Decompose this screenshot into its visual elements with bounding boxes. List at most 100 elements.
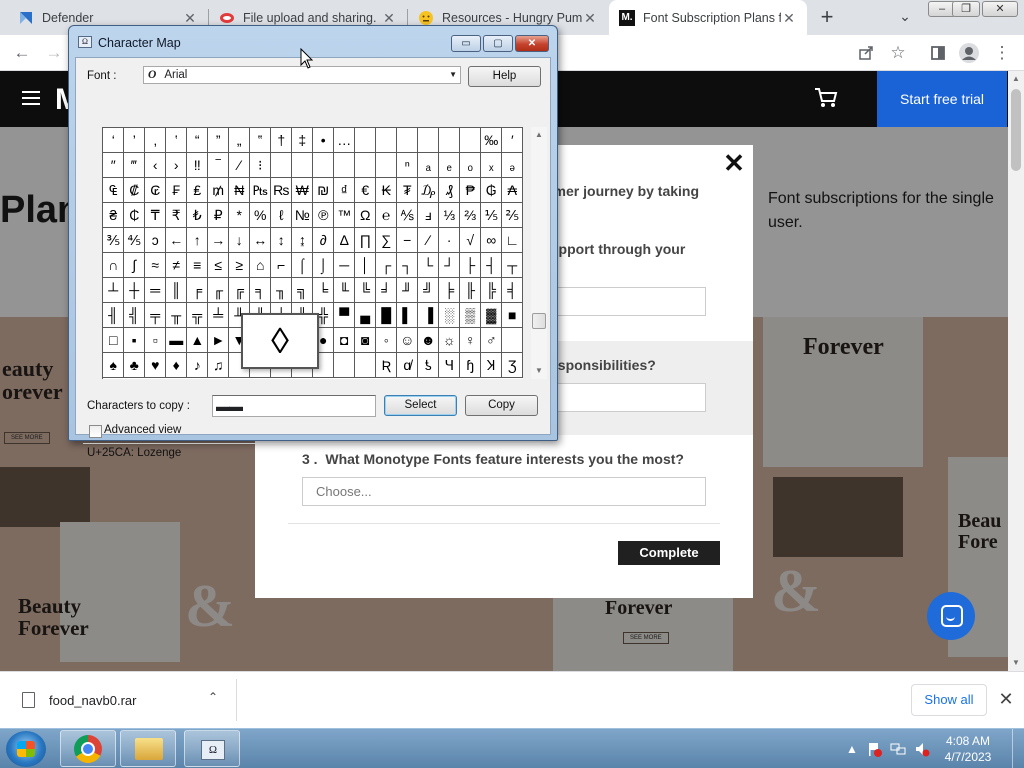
- survey-answer-field[interactable]: [550, 383, 706, 412]
- download-options-chevron-icon[interactable]: ⌃: [204, 690, 222, 708]
- show-all-downloads-button[interactable]: Show all: [911, 684, 987, 716]
- character-cell[interactable]: ₢: [145, 178, 166, 203]
- character-cell[interactable]: %: [250, 203, 271, 228]
- character-cell[interactable]: ≠: [166, 253, 187, 278]
- feature-interest-select[interactable]: Choose...: [302, 477, 706, 506]
- character-cell[interactable]: ⌠: [292, 253, 313, 278]
- character-cell[interactable]: ∑: [376, 228, 397, 253]
- character-cell[interactable]: ⁝: [250, 153, 271, 178]
- character-cell[interactable]: ′: [502, 128, 523, 153]
- character-cell[interactable]: *: [229, 203, 250, 228]
- character-cell[interactable]: ╢: [103, 303, 124, 328]
- character-cell[interactable]: ┐: [397, 253, 418, 278]
- character-cell[interactable]: ⅕: [481, 203, 502, 228]
- character-cell[interactable]: ▪: [124, 328, 145, 353]
- character-cell[interactable]: Ɥ: [439, 353, 460, 378]
- cart-icon[interactable]: [814, 87, 838, 112]
- character-cell[interactable]: ∏: [355, 228, 376, 253]
- character-cell[interactable]: ╧: [208, 303, 229, 328]
- character-cell[interactable]: ╥: [166, 303, 187, 328]
- close-button[interactable]: ✕: [515, 35, 549, 52]
- character-cell[interactable]: [271, 153, 292, 178]
- page-scrollbar[interactable]: ▲ ▼: [1008, 71, 1024, 671]
- character-cell[interactable]: ɑ̸: [397, 353, 418, 378]
- character-cell[interactable]: ₴: [103, 203, 124, 228]
- character-cell[interactable]: ∙: [439, 228, 460, 253]
- character-cell[interactable]: ╝: [418, 278, 439, 303]
- character-cell[interactable]: ‾: [208, 153, 229, 178]
- action-center-flag-icon[interactable]: [866, 741, 882, 757]
- character-cell[interactable]: ╓: [208, 278, 229, 303]
- character-cell[interactable]: ─: [334, 253, 355, 278]
- network-icon[interactable]: [890, 741, 906, 757]
- character-cell[interactable]: [502, 328, 523, 353]
- character-cell[interactable]: ▌: [397, 303, 418, 328]
- character-cell[interactable]: ₓ: [481, 153, 502, 178]
- character-cell[interactable]: ›: [166, 153, 187, 178]
- character-cell[interactable]: ‡: [292, 128, 313, 153]
- character-cell[interactable]: ∆: [334, 228, 355, 253]
- character-cell[interactable]: ♠: [103, 353, 124, 378]
- character-cell[interactable]: ☺: [397, 328, 418, 353]
- character-cell[interactable]: −: [397, 228, 418, 253]
- taskbar-file-explorer[interactable]: [120, 730, 176, 767]
- grid-scroll-down-icon[interactable]: ▼: [531, 363, 547, 379]
- character-cell[interactable]: №: [292, 203, 313, 228]
- character-cell[interactable]: ₩: [292, 178, 313, 203]
- character-cell[interactable]: ╘: [313, 278, 334, 303]
- character-cell[interactable]: ╔: [229, 278, 250, 303]
- hamburger-menu-icon[interactable]: [22, 91, 40, 105]
- start-button[interactable]: [6, 731, 46, 767]
- character-cell[interactable]: ‴: [124, 153, 145, 178]
- character-cell[interactable]: ⌂: [250, 253, 271, 278]
- character-cell[interactable]: [418, 128, 439, 153]
- dropdown-arrow-icon[interactable]: ▼: [449, 67, 457, 83]
- character-cell[interactable]: ⅗: [103, 228, 124, 253]
- character-cell[interactable]: ⅓: [439, 203, 460, 228]
- character-cell[interactable]: ▀: [334, 303, 355, 328]
- scroll-down-arrow-icon[interactable]: ▼: [1008, 655, 1024, 671]
- character-cell[interactable]: ╒: [187, 278, 208, 303]
- character-cell[interactable]: ∫: [124, 253, 145, 278]
- character-cell[interactable]: ┬: [502, 253, 523, 278]
- character-cell[interactable]: ₧: [250, 178, 271, 203]
- character-cell[interactable]: ɧ: [460, 353, 481, 378]
- character-cell[interactable]: ╗: [292, 278, 313, 303]
- character-cell[interactable]: ↑: [187, 228, 208, 253]
- character-cell[interactable]: ╡: [502, 278, 523, 303]
- help-button[interactable]: Help: [468, 66, 541, 87]
- character-cell[interactable]: ₵: [124, 203, 145, 228]
- character-cell[interactable]: ℓ: [271, 203, 292, 228]
- complete-button[interactable]: Complete: [618, 541, 720, 565]
- character-cell[interactable]: ╛: [376, 278, 397, 303]
- character-cell[interactable]: [292, 153, 313, 178]
- side-panel-icon[interactable]: [926, 41, 950, 65]
- character-cell[interactable]: ╚: [355, 278, 376, 303]
- grid-scrollbar[interactable]: ▲ ▼: [531, 127, 547, 379]
- character-cell[interactable]: ₲: [481, 178, 502, 203]
- taskbar-chrome[interactable]: [60, 730, 116, 767]
- character-cell[interactable]: ♪: [187, 353, 208, 378]
- character-cell[interactable]: [376, 153, 397, 178]
- character-cell[interactable]: ₭: [376, 178, 397, 203]
- character-cell[interactable]: ∕: [418, 228, 439, 253]
- character-cell[interactable]: ₫: [334, 178, 355, 203]
- character-cell[interactable]: └: [418, 253, 439, 278]
- profile-avatar-icon[interactable]: [957, 41, 981, 65]
- character-cell[interactable]: ⁄: [229, 153, 250, 178]
- character-cell[interactable]: Ʞ: [481, 353, 502, 378]
- character-cell[interactable]: ₽: [208, 203, 229, 228]
- character-cell[interactable]: ‚: [145, 128, 166, 153]
- character-cell[interactable]: ◙: [355, 328, 376, 353]
- tab-close-icon[interactable]: ✕: [582, 10, 598, 26]
- character-cell[interactable]: ℮: [376, 203, 397, 228]
- characters-to-copy-field[interactable]: ▬▬: [212, 395, 376, 417]
- character-cell[interactable]: ₐ: [418, 153, 439, 178]
- character-cell[interactable]: ⅘: [124, 228, 145, 253]
- character-cell[interactable]: Ʀ: [376, 353, 397, 378]
- character-cell[interactable]: ‰: [481, 128, 502, 153]
- character-cell[interactable]: „: [229, 128, 250, 153]
- character-cell[interactable]: [355, 353, 376, 378]
- character-cell[interactable]: ╤: [145, 303, 166, 328]
- character-cell[interactable]: ”: [208, 128, 229, 153]
